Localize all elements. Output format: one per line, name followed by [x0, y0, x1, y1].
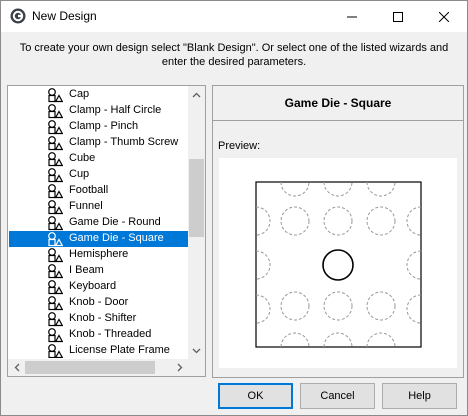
- wizard-list-item-label: Knob - Door: [69, 296, 129, 308]
- instructions-text: To create your own design select "Blank …: [19, 42, 449, 68]
- wizard-list-item[interactable]: I Beam: [9, 263, 188, 279]
- chevron-down-icon: [192, 348, 201, 353]
- wizard-list-item[interactable]: Clamp - Pinch: [9, 119, 188, 135]
- wizard-shape-icon: [48, 280, 63, 295]
- close-icon: [439, 11, 449, 22]
- wizard-list-item-label: Football: [69, 184, 109, 196]
- wizard-list-item[interactable]: Clamp - Thumb Screw: [9, 135, 188, 151]
- wizard-list-item-label: Cube: [69, 152, 96, 164]
- cancel-button-label: Cancel: [320, 390, 355, 402]
- wizard-list-item-label: Game Die - Round: [69, 216, 161, 228]
- wizard-list-item-label: Cap: [69, 88, 90, 100]
- wizard-shape-icon: [48, 136, 63, 151]
- close-button[interactable]: [421, 1, 467, 32]
- wizard-list-item-label: License Plate Frame: [69, 344, 170, 356]
- wizard-list-item[interactable]: Knob - Door: [9, 295, 188, 311]
- scroll-up-button[interactable]: [188, 86, 205, 103]
- wizard-title: Game Die - Square: [213, 86, 463, 121]
- wizard-shape-icon: [48, 200, 63, 215]
- wizard-list[interactable]: Cap Clamp - Half Circle Clamp - Pinch Clamp…: [7, 85, 206, 377]
- wizard-list-item[interactable]: Keyboard: [9, 279, 188, 295]
- maximize-icon: [393, 11, 403, 22]
- wizard-list-item[interactable]: Cap: [9, 87, 188, 103]
- wizard-list-item[interactable]: Football: [9, 183, 188, 199]
- new-design-dialog: New Design To create your own design sel…: [0, 0, 468, 416]
- preview-area: [219, 158, 457, 368]
- wizard-list-item[interactable]: Game Die - Square: [9, 231, 188, 247]
- wizard-shape-icon: [48, 184, 63, 199]
- wizard-list-item[interactable]: Game Die - Round: [9, 215, 188, 231]
- vertical-scroll-thumb[interactable]: [189, 159, 204, 237]
- scroll-left-button[interactable]: [8, 359, 25, 376]
- wizard-list-item-label: Clamp - Half Circle: [69, 104, 162, 116]
- wizard-shape-icon: [48, 168, 63, 183]
- help-button[interactable]: Help: [382, 383, 457, 409]
- title-bar[interactable]: New Design: [1, 1, 467, 32]
- wizard-shape-icon: [48, 248, 63, 263]
- cancel-button[interactable]: Cancel: [300, 383, 375, 409]
- wizard-shape-icon: [48, 328, 63, 343]
- wizard-list-item[interactable]: Funnel: [9, 199, 188, 215]
- wizard-list-item[interactable]: Knob - Threaded: [9, 327, 188, 343]
- wizard-list-item[interactable]: License Plate Frame: [9, 343, 188, 358]
- chevron-right-icon: [177, 363, 182, 372]
- wizard-list-item-label: Knob - Shifter: [69, 312, 137, 324]
- wizard-list-item-label: Clamp - Thumb Screw: [69, 136, 179, 148]
- wizard-list-item-label: Hemisphere: [69, 248, 129, 260]
- horizontal-scroll-thumb[interactable]: [25, 361, 155, 374]
- wizard-list-item-label: Cup: [69, 168, 90, 180]
- wizard-list-item-label: Clamp - Pinch: [69, 120, 139, 132]
- maximize-button[interactable]: [375, 1, 421, 32]
- app-logo-icon: [10, 8, 26, 24]
- wizard-detail-panel: Game Die - Square Preview:: [212, 85, 464, 378]
- wizard-list-item[interactable]: Cube: [9, 151, 188, 167]
- wizard-list-item[interactable]: Clamp - Half Circle: [9, 103, 188, 119]
- wizard-shape-icon: [48, 120, 63, 135]
- wizard-shape-icon: [48, 312, 63, 327]
- scroll-right-button[interactable]: [171, 359, 188, 376]
- window-title: New Design: [32, 9, 97, 23]
- wizard-list-item-label: Keyboard: [69, 280, 117, 292]
- wizard-list-items: Cap Clamp - Half Circle Clamp - Pinch Clamp…: [8, 86, 188, 358]
- wizard-shape-icon: [48, 232, 63, 247]
- wizard-list-item[interactable]: Knob - Shifter: [9, 311, 188, 327]
- wizard-shape-icon: [48, 264, 63, 279]
- wizard-list-item-label: I Beam: [69, 264, 104, 276]
- wizard-list-item-label: Knob - Threaded: [69, 328, 152, 340]
- horizontal-scrollbar[interactable]: [8, 359, 188, 376]
- wizard-shape-icon: [48, 104, 63, 119]
- help-button-label: Help: [408, 390, 431, 402]
- wizard-list-item[interactable]: Hemisphere: [9, 247, 188, 263]
- wizard-shape-icon: [48, 216, 63, 231]
- ok-button[interactable]: OK: [218, 383, 293, 409]
- wizard-list-item[interactable]: Cup: [9, 167, 188, 183]
- preview-label: Preview:: [218, 140, 261, 152]
- scroll-corner: [188, 359, 205, 376]
- wizard-shape-icon: [48, 296, 63, 311]
- minimize-button[interactable]: [329, 1, 375, 32]
- wizard-shape-icon: [48, 152, 63, 167]
- wizard-list-item-label: Funnel: [69, 200, 103, 212]
- vertical-scrollbar[interactable]: [188, 86, 205, 359]
- wizard-shape-icon: [48, 344, 63, 358]
- game-die-preview-image: [255, 181, 422, 348]
- minimize-icon: [347, 16, 357, 17]
- wizard-shape-icon: [48, 88, 63, 103]
- wizard-list-item-label: Game Die - Square: [69, 232, 164, 244]
- chevron-left-icon: [14, 363, 19, 372]
- ok-button-label: OK: [247, 390, 264, 402]
- chevron-up-icon: [192, 92, 201, 97]
- scroll-down-button[interactable]: [188, 342, 205, 359]
